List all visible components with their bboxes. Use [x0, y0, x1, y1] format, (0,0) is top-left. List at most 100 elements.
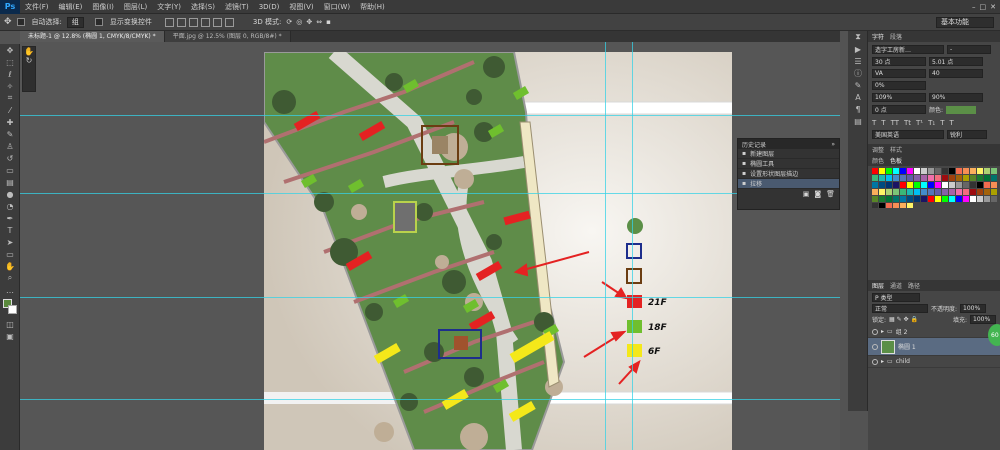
dodge-tool-icon[interactable]: ◔ [0, 200, 20, 212]
color-swatch[interactable] [879, 196, 885, 202]
color-swatch[interactable] [879, 175, 885, 181]
color-swatch[interactable] [900, 196, 906, 202]
history-dock-icon[interactable]: ⧗ [848, 31, 868, 43]
color-swatch[interactable] [872, 196, 878, 202]
color-swatch[interactable] [921, 189, 927, 195]
vertical-scale-field[interactable]: 109% [872, 93, 926, 102]
opacity-field[interactable]: 100% [960, 304, 987, 313]
color-swatch[interactable] [900, 203, 906, 208]
language-select[interactable]: 美国英语 [872, 130, 944, 139]
zoom-tool-icon[interactable]: ⌕ [0, 272, 20, 284]
leading-field[interactable]: 5.01 点 [929, 57, 983, 66]
gradient-tool-icon[interactable]: ▤ [0, 176, 20, 188]
paragraph-dock-icon[interactable]: ¶ [848, 103, 868, 115]
color-swatch[interactable] [872, 182, 878, 188]
eraser-icon[interactable]: ▭ [0, 164, 20, 176]
color-swatch[interactable] [886, 175, 892, 181]
color-swatch[interactable] [928, 175, 934, 181]
color-swatch[interactable] [893, 203, 899, 208]
color-swatch[interactable] [886, 182, 892, 188]
brush-tool-icon[interactable]: ✎ [0, 128, 20, 140]
color-swatch[interactable] [956, 182, 962, 188]
color-swatch[interactable] [935, 168, 941, 174]
tab-adjustments[interactable]: 调整 [872, 145, 884, 154]
screen-mode-icon[interactable]: ▣ [0, 330, 20, 342]
play-dock-icon[interactable]: ▶ [848, 43, 868, 55]
scale-field[interactable]: 0% [872, 81, 926, 90]
color-swatch[interactable] [879, 182, 885, 188]
color-swatch[interactable] [921, 168, 927, 174]
layer-row[interactable]: ▸ ▭ child [868, 356, 1000, 368]
color-swatch[interactable] [977, 168, 983, 174]
color-swatch[interactable] [977, 189, 983, 195]
align-top-icon[interactable] [164, 17, 174, 27]
color-swatch[interactable] [942, 182, 948, 188]
color-swatch[interactable] [886, 203, 892, 208]
type-tool-icon[interactable]: T [0, 224, 20, 236]
auto-select-dropdown[interactable]: 组 [66, 16, 84, 28]
color-swatch[interactable] [900, 175, 906, 181]
rotate-subtool-icon[interactable]: ↻ [23, 56, 35, 65]
color-swatch[interactable] [935, 182, 941, 188]
healing-brush-icon[interactable]: ✚ [0, 116, 20, 128]
history-brush-icon[interactable]: ↺ [0, 152, 20, 164]
menu-3d[interactable]: 3D(D) [254, 3, 285, 11]
color-swatch[interactable] [956, 189, 962, 195]
color-swatch[interactable] [949, 189, 955, 195]
eyedropper-icon[interactable]: ⁄ [0, 104, 20, 116]
expand-arrow-icon[interactable]: ▸ [881, 328, 884, 335]
color-swatch[interactable] [886, 196, 892, 202]
workspace-dropdown[interactable]: 基本功能 [936, 16, 994, 28]
color-swatch[interactable] [970, 196, 976, 202]
color-swatch[interactable] [984, 182, 990, 188]
color-swatch[interactable] [872, 203, 878, 208]
color-swatch[interactable] [928, 168, 934, 174]
align-bottom-icon[interactable] [188, 17, 198, 27]
color-swatch[interactable] [935, 196, 941, 202]
color-swatch[interactable] [900, 168, 906, 174]
color-swatch[interactable] [970, 189, 976, 195]
snapshot-icon[interactable]: ◙ [814, 190, 821, 198]
color-swatch[interactable] [970, 168, 976, 174]
trash-icon[interactable]: 🗑 [826, 190, 835, 198]
color-swatch[interactable] [991, 189, 997, 195]
color-swatch[interactable] [921, 196, 927, 202]
hand-subtool-icon[interactable]: ✋ [23, 47, 35, 56]
color-swatch[interactable] [991, 168, 997, 174]
menu-select[interactable]: 选择(S) [186, 2, 220, 12]
quick-mask-icon[interactable]: ◫ [0, 318, 20, 330]
blend-mode-select[interactable]: 正常 [872, 304, 928, 313]
tab-color[interactable]: 颜色 [872, 156, 884, 165]
maximize-icon[interactable]: □ [980, 3, 987, 11]
faux-italic-icon[interactable]: T [881, 119, 885, 127]
color-swatch[interactable] [949, 175, 955, 181]
tab-character[interactable]: 字符 [872, 32, 884, 41]
color-swatch[interactable] [970, 175, 976, 181]
menu-window[interactable]: 窗口(W) [319, 2, 355, 12]
color-swatch[interactable] [872, 168, 878, 174]
marquee-tool-icon[interactable]: ⬚ [0, 56, 20, 68]
color-swatch[interactable] [928, 182, 934, 188]
path-select-icon[interactable]: ➤ [0, 236, 20, 248]
pen-tool-icon[interactable]: ✒ [0, 212, 20, 224]
color-swatch[interactable] [893, 189, 899, 195]
color-swatch[interactable] [907, 182, 913, 188]
color-swatch[interactable] [914, 189, 920, 195]
swatch-grid[interactable] [868, 166, 1000, 208]
color-swatch[interactable] [914, 196, 920, 202]
history-item[interactable]: ▪ 设置形状图层描边 [738, 169, 839, 179]
visibility-eye-icon[interactable] [872, 328, 878, 335]
lock-icons[interactable]: ▦ ✎ ✥ 🔒 [889, 316, 918, 323]
color-swatch[interactable] [977, 175, 983, 181]
roll3d-icon[interactable]: ◎ [296, 18, 302, 26]
color-swatch[interactable] [907, 168, 913, 174]
new-doc-icon[interactable]: ▣ [803, 190, 810, 198]
layer-row[interactable]: ▸ ▭ 组 2 [868, 326, 1000, 338]
color-swatch[interactable] [928, 196, 934, 202]
move-tool-icon[interactable]: ✥ [0, 44, 20, 56]
tab-swatches[interactable]: 色板 [890, 156, 902, 165]
document-canvas[interactable]: 21F 18F 6F [264, 52, 732, 450]
horizontal-scale-field[interactable]: 90% [929, 93, 983, 102]
crop-tool-icon[interactable]: ⌗ [0, 92, 20, 104]
color-swatch[interactable] [907, 189, 913, 195]
